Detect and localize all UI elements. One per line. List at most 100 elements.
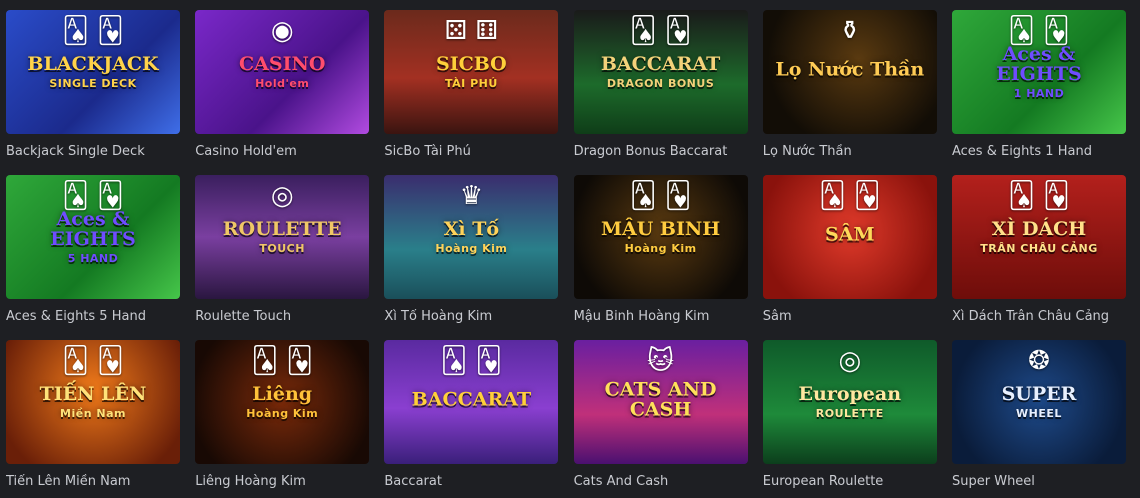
game-title[interactable]: Aces & Eights 5 Hand [6,309,180,324]
game-logo-text: Liêng [252,382,313,405]
game-title[interactable]: Tiến Lên Miền Nam [6,474,180,489]
game-card[interactable]: 🐱 CATS AND CASH Cats And Cash [573,340,748,489]
game-thumbnail[interactable]: 🂡 🂱 Aces & EIGHTS 1 HAND [952,10,1126,134]
game-card[interactable]: 🂡 🂱 BLACKJACK SINGLE DECK Backjack Single D… [6,10,180,159]
game-thumbnail[interactable]: 🂡 🂱 BACCARAT DRAGON BONUS [573,10,748,134]
game-logo-subtitle: Hoàng Kim [624,241,697,255]
game-logo-subtitle: Miền Nam [60,406,126,420]
game-thumbnail[interactable]: 🂡 🂱 Aces & EIGHTS 5 HAND [6,175,180,299]
wheel-icon: ❂ [1028,346,1050,376]
game-logo: BLACKJACK SINGLE DECK [6,52,180,90]
game-title[interactable]: Backjack Single Deck [6,144,180,159]
game-logo: BACCARAT DRAGON BONUS [574,52,748,90]
game-thumbnail[interactable]: ⚄ ⚅ SICBO TÀI PHÚ [384,10,559,134]
game-title[interactable]: Sâm [763,309,937,324]
game-title[interactable]: Super Wheel [952,474,1126,489]
game-logo-subtitle: Hoàng Kim [435,241,508,255]
game-logo-subtitle: ROULETTE [815,406,884,420]
game-card[interactable]: 🂡 🂱 MẬU BINH Hoàng Kim Mậu Binh Hoàng Kim [573,175,748,324]
game-card[interactable]: ◎ European ROULETTE European Roulette [762,340,937,489]
game-logo: CATS AND CASH [574,378,748,424]
game-logo: BACCARAT [384,388,558,414]
game-card[interactable]: 🂡 🂱 Liêng Hoàng Kim Liêng Hoàng Kim [195,340,370,489]
game-logo-subtitle: TOUCH [259,241,305,255]
game-title[interactable]: Mậu Binh Hoàng Kim [574,309,748,324]
game-logo-text: European [798,382,902,405]
game-title[interactable]: SicBo Tài Phú [384,144,558,159]
cards-icon: 🂡 🂱 [629,181,692,211]
game-logo-text: SUPER [1001,382,1077,405]
game-thumbnail[interactable]: ❂ SUPER WHEEL [952,340,1126,464]
game-card[interactable]: ◎ ROULETTE TOUCH Roulette Touch [195,175,370,324]
game-thumbnail[interactable]: 🂡 🂱 BLACKJACK SINGLE DECK [6,10,180,134]
game-card[interactable]: ⚄ ⚅ SICBO TÀI PHÚ SicBo Tài Phú [384,10,559,159]
game-thumbnail[interactable]: 🂡 🂱 XÌ DÁCH TRÂN CHÂU CẢNG [952,175,1126,299]
game-thumbnail[interactable]: 🂡 🂱 MẬU BINH Hoàng Kim [573,175,748,299]
game-card[interactable]: 🂡 🂱 BACCARAT Baccarat [384,340,559,489]
game-title[interactable]: Baccarat [384,474,558,489]
game-logo: SUPER WHEEL [952,382,1126,420]
game-logo-subtitle: DRAGON BONUS [606,76,715,90]
game-logo-subtitle: 5 HAND [67,251,119,265]
game-logo-text: CASINO [238,52,326,75]
game-logo: Aces & EIGHTS 1 HAND [952,44,1126,100]
game-title[interactable]: European Roulette [763,474,937,489]
game-logo: Lọ Nước Thần [763,58,937,84]
cards-icon: 🂡 🂱 [251,346,313,376]
game-thumbnail[interactable]: 🂡 🂱 BACCARAT [384,340,559,464]
game-logo: XÌ DÁCH TRÂN CHÂU CẢNG [952,217,1126,255]
game-thumbnail[interactable]: 🂡 🂱 TIẾN LÊN Miền Nam [6,340,180,464]
game-logo-text: TIẾN LÊN [39,382,147,405]
game-thumbnail[interactable]: ◉ CASINO Hold'em [195,10,370,134]
game-thumbnail[interactable]: ♛ Xì Tố Hoàng Kim [384,175,559,299]
game-card[interactable]: 🂡 🂱 XÌ DÁCH TRÂN CHÂU CẢNG Xì Dách Trân Châ… [952,175,1126,324]
game-logo-text: BACCARAT [600,52,721,75]
game-logo-text: Lọ Nước Thần [775,58,925,81]
game-logo: Xì Tố Hoàng Kim [384,219,558,255]
game-card[interactable]: ◉ CASINO Hold'em Casino Hold'em [195,10,370,159]
roulette-icon: ◎ [270,181,294,211]
game-logo-subtitle: TÀI PHÚ [444,76,498,90]
lamp-icon: ⚱ [838,16,861,46]
game-title[interactable]: Dragon Bonus Baccarat [574,144,748,159]
game-thumbnail[interactable]: 🐱 CATS AND CASH [573,340,748,464]
game-title[interactable]: Roulette Touch [195,309,369,324]
cards-icon: 🂡 🂱 [1008,181,1070,211]
game-thumbnail[interactable]: 🂡 🂱 Liêng Hoàng Kim [195,340,370,464]
game-thumbnail[interactable]: 🂡 🂱 SÂM [762,175,937,299]
game-logo-text: XÌ DÁCH [991,217,1087,240]
game-card[interactable]: 🂡 🂱 SÂM Sâm [762,175,937,324]
game-title[interactable]: Casino Hold'em [195,144,369,159]
game-card[interactable]: ❂ SUPER WHEEL Super Wheel [952,340,1126,489]
game-card[interactable]: 🂡 🂱 BACCARAT DRAGON BONUS Dragon Bonus Bacc… [573,10,748,159]
game-logo-text: BACCARAT [411,388,532,411]
game-title[interactable]: Lọ Nước Thần [763,144,937,159]
game-card[interactable]: 🂡 🂱 Aces & EIGHTS 5 HAND Aces & Eights 5 Ha… [6,175,180,324]
game-logo-subtitle: SINGLE DECK [49,76,137,90]
cards-icon: 🂡 🂱 [62,346,124,376]
game-thumbnail[interactable]: ◎ ROULETTE TOUCH [195,175,370,299]
game-title[interactable]: Xì Tố Hoàng Kim [384,309,558,324]
game-title[interactable]: Aces & Eights 1 Hand [952,144,1126,159]
game-title[interactable]: Xì Dách Trân Châu Cảng [952,309,1126,324]
game-thumbnail[interactable]: ⚱ Lọ Nước Thần [762,10,937,134]
game-logo-text: SÂM [825,223,875,246]
game-card[interactable]: ⚱ Lọ Nước Thần Lọ Nước Thần [762,10,937,159]
game-card[interactable]: ♛ Xì Tố Hoàng Kim Xì Tố Hoàng Kim [384,175,559,324]
game-card[interactable]: 🂡 🂱 TIẾN LÊN Miền Nam Tiến Lên Miền Nam [6,340,180,489]
game-logo-text: BLACKJACK [27,52,159,75]
game-thumbnail[interactable]: ◎ European ROULETTE [762,340,937,464]
game-title[interactable]: Cats And Cash [574,474,748,489]
game-logo: CASINO Hold'em [195,52,369,89]
game-logo: European ROULETTE [763,382,937,420]
game-card[interactable]: 🂡 🂱 Aces & EIGHTS 1 HAND Aces & Eights 1 Ha… [952,10,1126,159]
game-logo-subtitle: TRÂN CHÂU CẢNG [980,241,1098,255]
roulette-icon: ◎ [838,346,862,376]
game-logo-text: CATS AND CASH [604,378,717,421]
cat-icon: 🐱 [647,346,675,376]
game-logo: ROULETTE TOUCH [195,219,369,255]
game-title[interactable]: Liêng Hoàng Kim [195,474,369,489]
game-logo-text: MẬU BINH [600,217,721,240]
game-logo-subtitle: WHEEL [1016,406,1062,420]
game-logo-subtitle: 1 HAND [1013,86,1065,100]
